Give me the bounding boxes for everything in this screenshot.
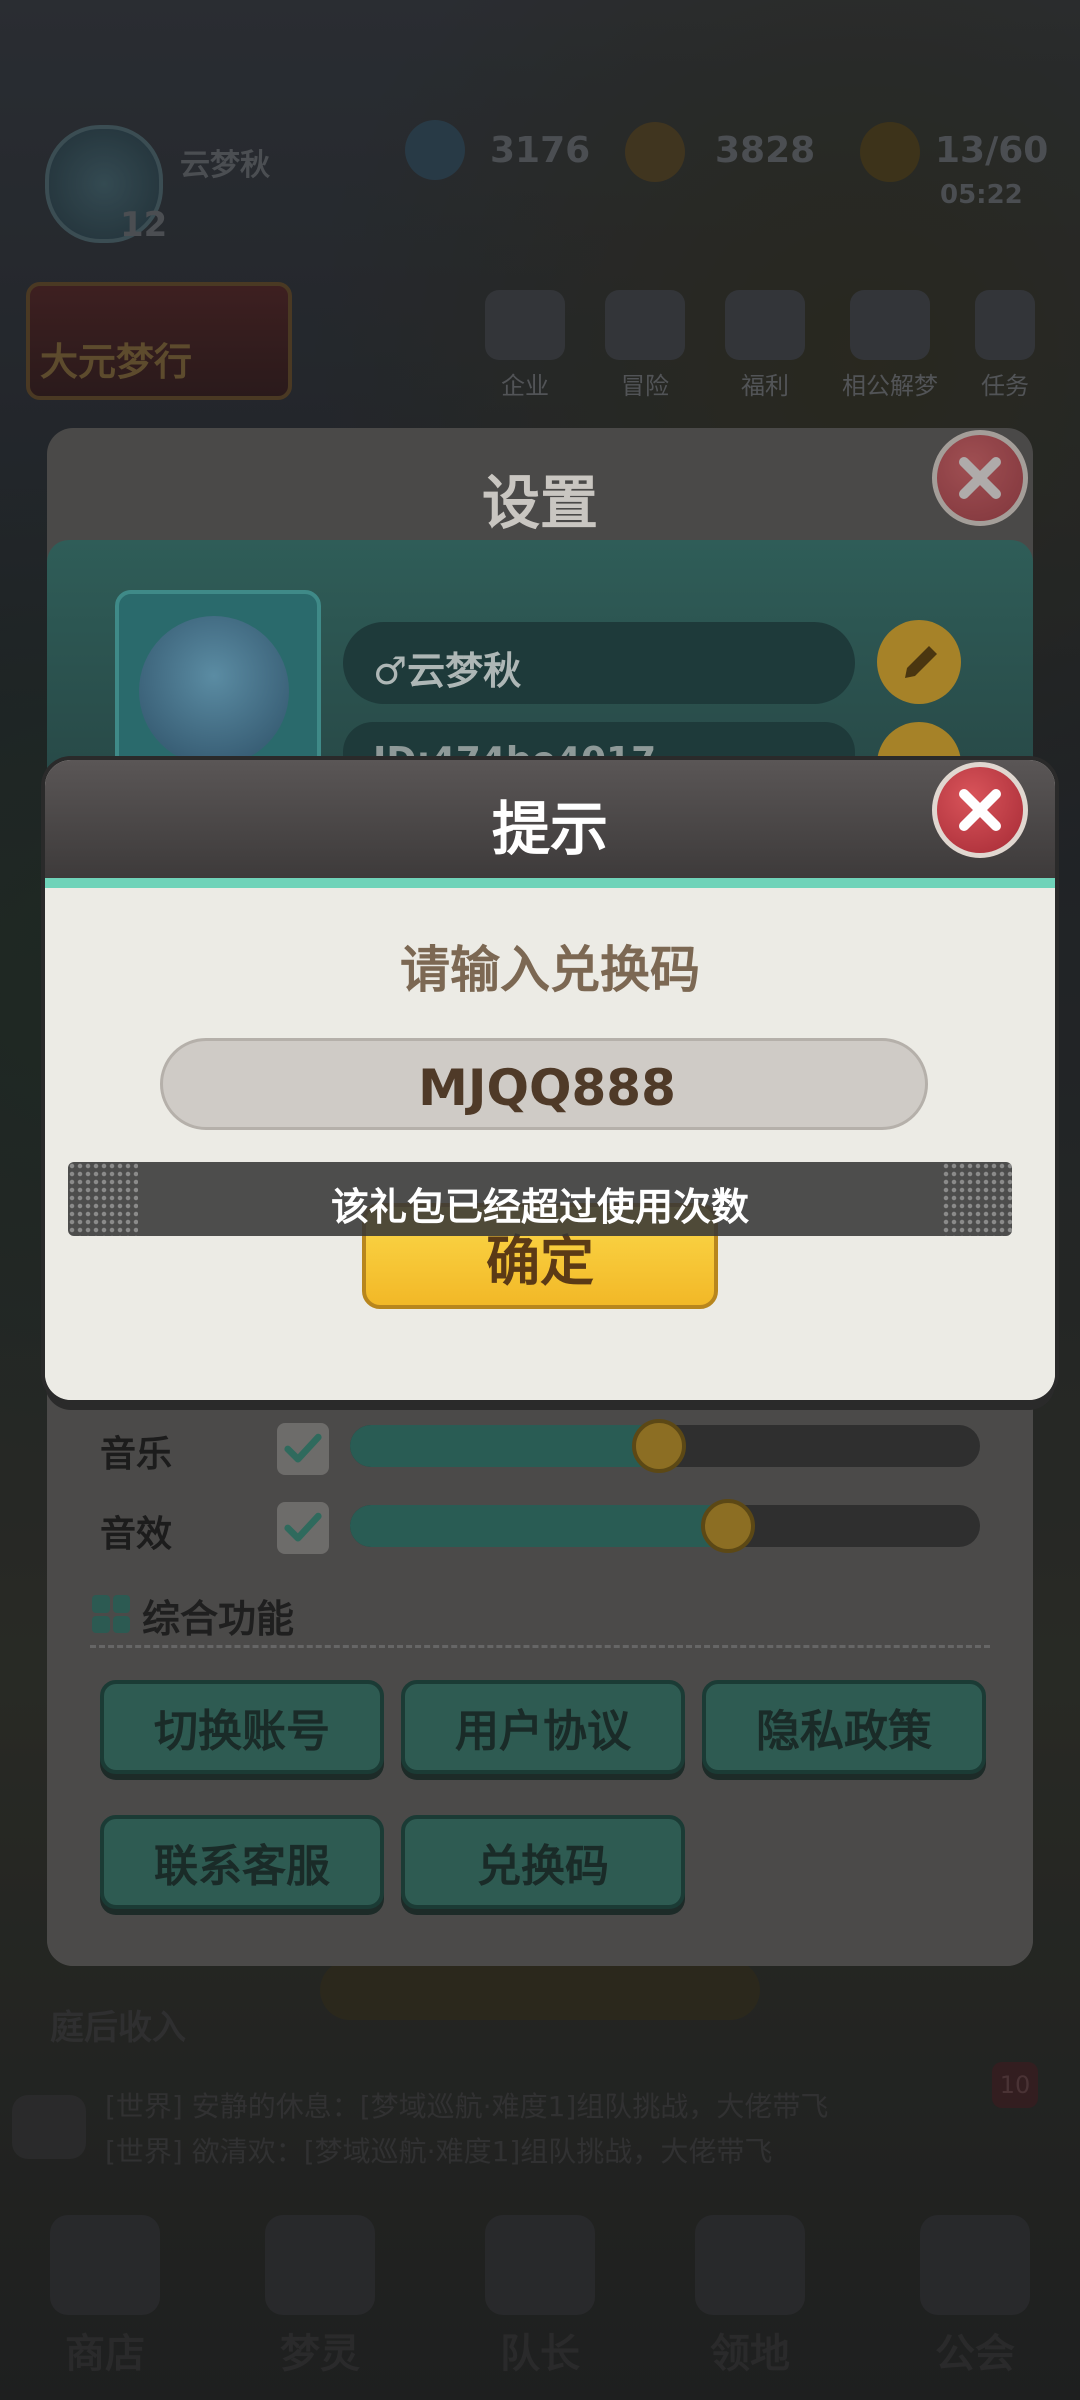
redeem-prompt: 请输入兑换码 (400, 941, 700, 999)
profile-avatar (139, 616, 289, 766)
user-agreement-button[interactable]: 用户协议 (401, 1680, 685, 1774)
sfx-slider-knob[interactable] (701, 1499, 755, 1553)
profile-avatar-frame[interactable] (115, 590, 321, 788)
redeem-code-button[interactable]: 兑换码 (401, 1815, 685, 1909)
edit-name-button[interactable] (877, 620, 961, 704)
sfx-label: 音效 (100, 1514, 173, 1555)
music-checkbox[interactable] (277, 1423, 329, 1475)
sfx-checkbox[interactable] (277, 1502, 329, 1554)
switch-account-button[interactable]: 切换账号 (100, 1680, 384, 1774)
music-slider-knob[interactable] (632, 1419, 686, 1473)
toast-text: 该礼包已经超过使用次数 (330, 1185, 749, 1229)
grid-icon (92, 1595, 130, 1633)
settings-close-button[interactable] (932, 430, 1028, 526)
toast-message: 该礼包已经超过使用次数 (68, 1162, 1012, 1236)
close-icon (959, 789, 1001, 831)
checkmark-icon (284, 1433, 322, 1463)
tip-dialog-header: 提示 (45, 760, 1055, 880)
settings-header: 设置 (47, 428, 1033, 538)
music-slider-fill (350, 1425, 659, 1467)
tip-close-button[interactable] (932, 762, 1028, 858)
sfx-slider-fill (350, 1505, 728, 1547)
tip-dialog-title: 提示 (491, 795, 608, 863)
sfx-slider[interactable] (350, 1505, 980, 1547)
music-label: 音乐 (100, 1434, 173, 1475)
tip-dialog-body: 请输入兑换码 MJQQ888 确定 (45, 888, 1055, 1400)
tip-header-stripe (45, 878, 1055, 888)
redeem-code-value: MJQQ888 (418, 1059, 676, 1117)
contact-support-button[interactable]: 联系客服 (100, 1815, 384, 1909)
section-divider (90, 1645, 990, 1648)
tip-dialog: 提示 请输入兑换码 MJQQ888 确定 (45, 760, 1055, 1400)
settings-title: 设置 (481, 469, 598, 537)
pencil-icon (905, 646, 937, 678)
privacy-policy-button[interactable]: 隐私政策 (702, 1680, 986, 1774)
section-title: 综合功能 (142, 1597, 295, 1641)
player-name-label: ♂云梦秋 (373, 649, 522, 693)
redeem-code-input[interactable]: MJQQ888 (160, 1038, 928, 1130)
checkmark-icon (284, 1512, 322, 1542)
close-icon (959, 457, 1001, 499)
name-field: ♂云梦秋 (343, 622, 855, 704)
